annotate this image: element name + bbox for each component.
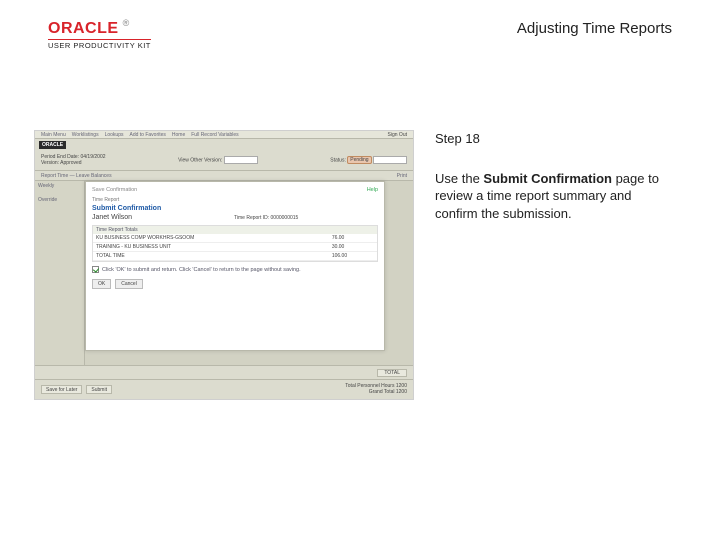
trademark-icon: ® xyxy=(123,18,130,28)
menu-item-signout[interactable]: Sign Out xyxy=(388,132,407,138)
status-dropdown[interactable] xyxy=(373,156,407,164)
help-link[interactable]: Help xyxy=(367,187,378,193)
step-instruction: Use the Submit Confirmation page to revi… xyxy=(435,170,675,223)
menu-item[interactable]: Home xyxy=(172,132,185,138)
time-report-totals-table: Time Report Totals KU BUSINESS COMP WORK… xyxy=(92,225,378,262)
employee-name: Janet Wilson xyxy=(92,214,132,221)
page-title: Adjusting Time Reports xyxy=(517,20,672,37)
sidebar-item[interactable]: Override xyxy=(38,197,81,203)
app-top-menu: Main Menu Worklistings Lookups Add to Fa… xyxy=(35,131,413,139)
sidebar-item[interactable]: Weekly xyxy=(38,183,81,189)
logo: ORACLE ® USER PRODUCTIVITY KIT xyxy=(48,20,151,50)
submit-button[interactable]: Submit xyxy=(86,385,112,394)
logo-tagline: USER PRODUCTIVITY KIT xyxy=(48,39,151,50)
checkmark-icon xyxy=(92,266,99,273)
menu-item[interactable]: Main Menu xyxy=(41,132,66,138)
status-badge: Pending xyxy=(347,156,371,164)
total-label: TOTAL xyxy=(377,369,407,377)
step-body-prefix: Use the xyxy=(435,171,483,186)
row-label: KU BUSINESS COMP WORKHRS-GSOOM xyxy=(93,234,329,243)
row-label: TRAINING - KU BUSINESS UNIT xyxy=(93,243,329,252)
table-row: TOTAL TIME 106.00 xyxy=(93,252,377,261)
confirmation-note: Click 'OK' to submit and return. Click '… xyxy=(102,267,301,273)
submit-confirmation-modal: Help Save Confirmation Time Report Submi… xyxy=(85,181,385,351)
embedded-screenshot: Main Menu Worklistings Lookups Add to Fa… xyxy=(34,130,414,400)
view-other-dropdown[interactable] xyxy=(224,156,258,164)
app-logo: ORACLE xyxy=(39,141,66,149)
table-row: TRAINING - KU BUSINESS UNIT 30.00 xyxy=(93,243,377,252)
sub-tab-strip: Report Time — Leave Balances Print xyxy=(35,171,413,181)
report-id-value: 0000000015 xyxy=(271,215,299,221)
status-label: Status: xyxy=(330,157,346,163)
menu-item[interactable]: Worklistings xyxy=(72,132,99,138)
left-sidebar: Weekly Override xyxy=(35,181,85,365)
grand-total-value: 1200 xyxy=(396,389,407,395)
menu-item[interactable]: Lookups xyxy=(105,132,124,138)
report-id-label: Time Report ID: xyxy=(234,215,269,221)
modal-heading: Submit Confirmation xyxy=(92,205,378,212)
period-value: 04/19/2002 xyxy=(80,154,105,160)
modal-small-title: Save Confirmation xyxy=(92,187,378,193)
ok-button[interactable]: OK xyxy=(92,279,111,289)
grand-total-label: Grand Total xyxy=(369,389,395,395)
step-body-bold: Submit Confirmation xyxy=(483,171,612,186)
tab-report-time[interactable]: Report Time — Leave Balances xyxy=(41,173,112,179)
row-label: TOTAL TIME xyxy=(93,252,329,261)
cancel-button[interactable]: Cancel xyxy=(115,279,143,289)
row-value: 106.00 xyxy=(329,252,377,261)
print-link[interactable]: Print xyxy=(397,173,407,179)
row-value: 76.00 xyxy=(329,234,377,243)
step-label: Step 18 xyxy=(435,130,675,148)
logo-brand-text: ORACLE xyxy=(48,20,119,38)
row-value: 30.00 xyxy=(329,243,377,252)
table-header: Time Report Totals xyxy=(93,226,377,234)
context-bar: Period End Date: 04/19/2002 Version: App… xyxy=(35,149,413,171)
modal-section-label: Time Report xyxy=(92,197,378,203)
save-for-later-button[interactable]: Save for Later xyxy=(41,385,82,394)
view-other-label: View Other Version: xyxy=(178,157,222,163)
menu-item[interactable]: Add to Favorites xyxy=(130,132,166,138)
table-row: KU BUSINESS COMP WORKHRS-GSOOM 76.00 xyxy=(93,234,377,243)
version-label: Version: Approved xyxy=(41,160,82,166)
menu-item[interactable]: Full Record Variables xyxy=(191,132,238,138)
